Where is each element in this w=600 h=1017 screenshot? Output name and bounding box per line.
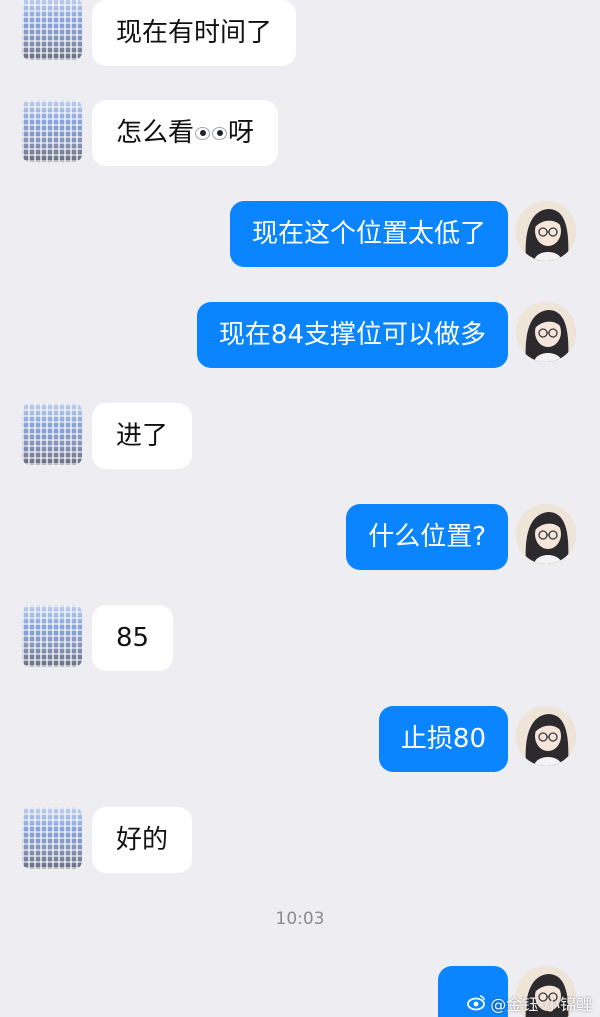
message-text: 现在有时间了 — [116, 18, 273, 48]
message-text: 怎么看 — [116, 118, 195, 148]
eyes-emoji-icon — [195, 126, 228, 140]
message-text: 呀 — [228, 118, 255, 148]
message-text: 止损80 — [400, 724, 486, 754]
message-text: 现在84支撑位可以做多 — [218, 320, 486, 350]
message-timestamp: 10:03 — [275, 909, 325, 929]
watermark-text: @金钰-小锦鲤 — [490, 995, 592, 1014]
message-text: 进了 — [116, 421, 169, 451]
chat-transcript: 现在有时间了 怎么看 呀 现在这个位置太低了 现在84支撑位可以做多 进了 什么… — [0, 0, 600, 1017]
user-avatar[interactable] — [516, 302, 576, 362]
incoming-message-bubble[interactable]: 好的 — [92, 807, 193, 873]
anime-girl-avatar-icon — [516, 302, 576, 362]
watermark: @金钰-小锦鲤 — [466, 991, 592, 1015]
contact-avatar[interactable] — [22, 403, 82, 465]
outgoing-message-bubble[interactable]: 什么位置? — [346, 504, 508, 570]
user-avatar[interactable] — [516, 201, 576, 261]
incoming-message-bubble[interactable]: 85 — [92, 605, 174, 671]
outgoing-message-bubble[interactable]: 现在84支撑位可以做多 — [196, 302, 508, 368]
message-text: 什么位置? — [368, 522, 486, 552]
contact-avatar[interactable] — [22, 100, 82, 162]
anime-girl-avatar-icon — [516, 504, 576, 564]
user-avatar[interactable] — [516, 706, 576, 766]
outgoing-message-bubble[interactable]: 止损80 — [378, 706, 508, 772]
anime-girl-avatar-icon — [516, 706, 576, 766]
outgoing-message-bubble[interactable]: 现在这个位置太低了 — [229, 201, 508, 267]
contact-avatar[interactable] — [22, 605, 82, 667]
message-text: 好的 — [116, 825, 169, 855]
contact-avatar[interactable] — [22, 0, 82, 60]
contact-avatar[interactable] — [22, 807, 82, 869]
weibo-eye-icon — [466, 994, 486, 1012]
anime-girl-avatar-icon — [516, 201, 576, 261]
incoming-message-bubble[interactable]: 进了 — [92, 403, 193, 469]
message-text: 现在这个位置太低了 — [251, 219, 486, 249]
user-avatar[interactable] — [516, 504, 576, 564]
message-text: 85 — [116, 623, 150, 653]
incoming-message-bubble[interactable]: 怎么看 呀 — [92, 100, 279, 166]
incoming-message-bubble[interactable]: 现在有时间了 — [92, 0, 297, 66]
